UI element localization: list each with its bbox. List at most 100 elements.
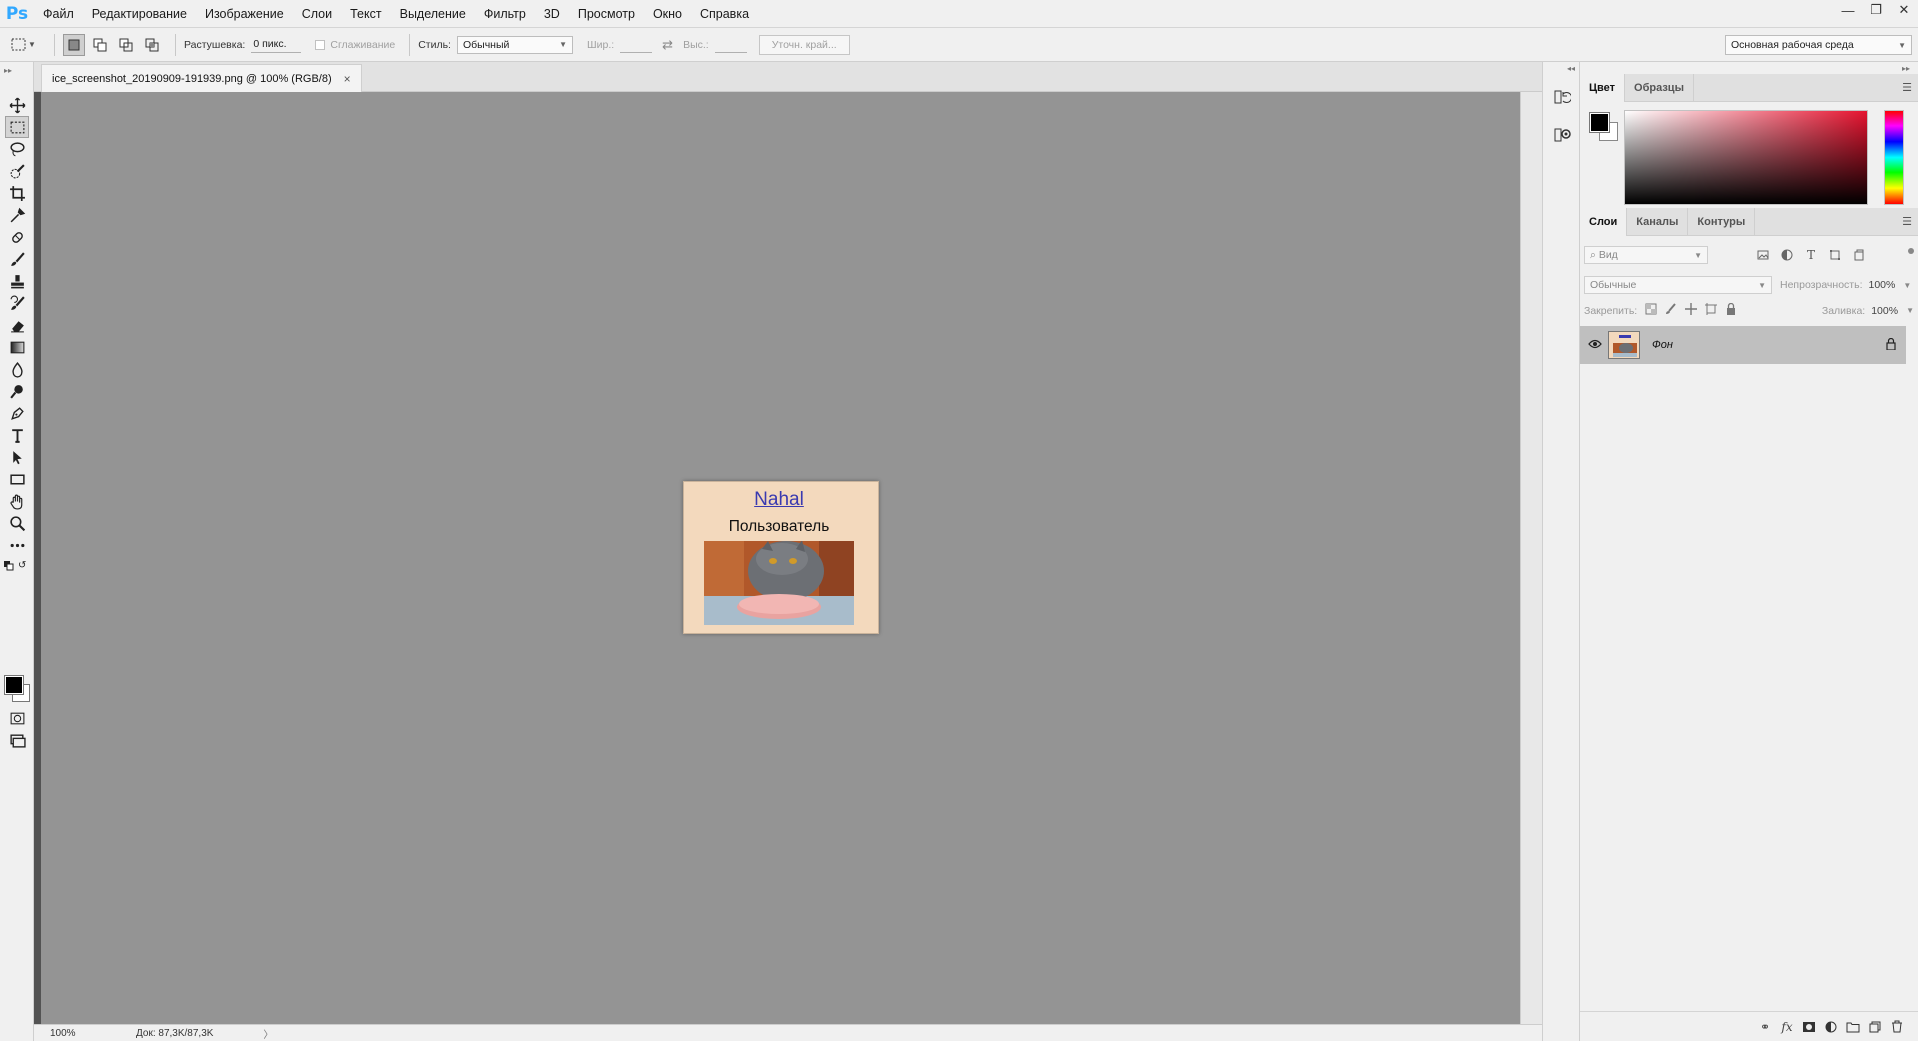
panel-menu-icon[interactable]: ☰ bbox=[1902, 215, 1912, 228]
vertical-scrollbar[interactable] bbox=[1520, 92, 1542, 1024]
hue-slider[interactable] bbox=[1884, 110, 1904, 205]
antialias-checkbox[interactable] bbox=[315, 39, 326, 50]
move-tool[interactable] bbox=[5, 94, 29, 116]
lock-pixels-icon[interactable] bbox=[1665, 303, 1677, 318]
layer-style-icon[interactable]: fx bbox=[1776, 1017, 1798, 1037]
filter-adjustment-icon[interactable] bbox=[1778, 246, 1796, 264]
panel-menu-icon[interactable]: ☰ bbox=[1902, 81, 1912, 94]
tab-color[interactable]: Цвет bbox=[1580, 74, 1626, 102]
collapse-panels-icon[interactable]: ▸▸ bbox=[1902, 64, 1910, 73]
hand-tool[interactable] bbox=[5, 490, 29, 512]
layer-name[interactable]: Фон bbox=[1652, 339, 1673, 351]
feather-input[interactable] bbox=[251, 36, 302, 53]
tab-paths[interactable]: Контуры bbox=[1688, 208, 1756, 236]
layer-filter-select[interactable]: ⌕ Вид ▼ bbox=[1584, 246, 1708, 264]
more-tools-icon[interactable] bbox=[5, 534, 29, 556]
properties-panel-icon[interactable] bbox=[1550, 124, 1574, 146]
foreground-color-swatch[interactable] bbox=[1589, 112, 1610, 133]
dodge-tool[interactable] bbox=[5, 380, 29, 402]
quick-selection-tool[interactable] bbox=[5, 160, 29, 182]
lock-artboard-icon[interactable] bbox=[1705, 303, 1718, 318]
path-selection-tool[interactable] bbox=[5, 446, 29, 468]
tool-preset-picker[interactable]: ▼ bbox=[10, 37, 46, 53]
zoom-level[interactable]: 100% bbox=[34, 1028, 84, 1039]
tab-swatches[interactable]: Образцы bbox=[1625, 74, 1694, 102]
swap-dimensions-icon[interactable]: ⇄ bbox=[662, 37, 673, 53]
brush-tool[interactable] bbox=[5, 248, 29, 270]
filter-smart-object-icon[interactable] bbox=[1850, 246, 1868, 264]
type-tool[interactable] bbox=[5, 424, 29, 446]
quick-mask-icon[interactable] bbox=[5, 707, 29, 729]
foreground-color-swatch[interactable] bbox=[4, 675, 24, 695]
width-input[interactable] bbox=[620, 36, 653, 53]
minimize-icon[interactable]: — bbox=[1834, 0, 1862, 20]
lasso-tool[interactable] bbox=[5, 138, 29, 160]
collapse-dock-icon[interactable]: ◂◂ bbox=[1567, 64, 1575, 73]
chevron-down-icon[interactable]: ▼ bbox=[1903, 281, 1911, 290]
restore-icon[interactable]: ❐ bbox=[1862, 0, 1890, 20]
tab-channels[interactable]: Каналы bbox=[1627, 208, 1689, 236]
adjustment-layer-icon[interactable] bbox=[1820, 1017, 1842, 1037]
menu-type[interactable]: Текст bbox=[341, 0, 390, 28]
opacity-value[interactable]: 100% bbox=[1869, 279, 1896, 291]
tab-layers[interactable]: Слои bbox=[1580, 208, 1628, 236]
new-group-icon[interactable] bbox=[1842, 1017, 1864, 1037]
history-brush-tool[interactable] bbox=[5, 292, 29, 314]
refine-edge-button[interactable]: Уточн. край... bbox=[758, 34, 850, 55]
marquee-tool[interactable] bbox=[5, 116, 29, 138]
healing-brush-tool[interactable] bbox=[5, 226, 29, 248]
history-panel-icon[interactable] bbox=[1550, 86, 1574, 108]
add-mask-icon[interactable] bbox=[1798, 1017, 1820, 1037]
menu-layer[interactable]: Слои bbox=[293, 0, 341, 28]
add-selection-button[interactable] bbox=[89, 34, 111, 56]
status-menu-arrow[interactable]: 〉 bbox=[263, 1026, 273, 1041]
workspace-select[interactable]: Основная рабочая среда ▼ bbox=[1725, 35, 1912, 55]
zoom-tool[interactable] bbox=[5, 512, 29, 534]
eraser-tool[interactable] bbox=[5, 314, 29, 336]
close-tab-icon[interactable]: × bbox=[344, 72, 351, 86]
blur-tool[interactable] bbox=[5, 358, 29, 380]
eye-icon[interactable] bbox=[1588, 339, 1602, 352]
menu-3d[interactable]: 3D bbox=[535, 0, 569, 28]
menu-image[interactable]: Изображение bbox=[196, 0, 293, 28]
menu-view[interactable]: Просмотр bbox=[569, 0, 644, 28]
menu-help[interactable]: Справка bbox=[691, 0, 758, 28]
document-tab[interactable]: ice_screenshot_20190909-191939.png @ 100… bbox=[41, 64, 362, 92]
filter-shape-icon[interactable] bbox=[1826, 246, 1844, 264]
pen-tool[interactable] bbox=[5, 402, 29, 424]
height-input[interactable] bbox=[714, 36, 747, 53]
menu-file[interactable]: Файл bbox=[34, 0, 83, 28]
subtract-selection-button[interactable] bbox=[115, 34, 137, 56]
fill-value[interactable]: 100% bbox=[1871, 305, 1898, 317]
swap-colors-icon[interactable]: ↺ bbox=[18, 560, 26, 571]
menu-window[interactable]: Окно bbox=[644, 0, 691, 28]
rectangle-tool[interactable] bbox=[5, 468, 29, 490]
new-layer-icon[interactable] bbox=[1864, 1017, 1886, 1037]
menu-filter[interactable]: Фильтр bbox=[475, 0, 535, 28]
style-select[interactable]: Обычный ▼ bbox=[456, 35, 573, 54]
chevron-down-icon[interactable]: ▼ bbox=[1906, 306, 1914, 315]
filter-pixel-icon[interactable] bbox=[1754, 246, 1772, 264]
close-window-icon[interactable]: ✕ bbox=[1890, 0, 1918, 20]
filter-toggle-icon[interactable] bbox=[1908, 248, 1914, 254]
screen-mode-icon[interactable] bbox=[5, 729, 29, 751]
gradient-tool[interactable] bbox=[5, 336, 29, 358]
lock-transparent-icon[interactable] bbox=[1645, 303, 1657, 318]
lock-all-icon[interactable] bbox=[1725, 302, 1737, 318]
eyedropper-tool[interactable] bbox=[5, 204, 29, 226]
delete-layer-icon[interactable] bbox=[1886, 1017, 1908, 1037]
lock-position-icon[interactable] bbox=[1685, 303, 1698, 318]
collapse-icon[interactable]: ▸▸ bbox=[4, 66, 12, 75]
intersect-selection-button[interactable] bbox=[141, 34, 163, 56]
menu-select[interactable]: Выделение bbox=[391, 0, 475, 28]
crop-tool[interactable] bbox=[5, 182, 29, 204]
default-colors-icon[interactable] bbox=[4, 561, 14, 571]
lock-icon[interactable] bbox=[1886, 337, 1896, 353]
menu-edit[interactable]: Редактирование bbox=[83, 0, 196, 28]
clone-stamp-tool[interactable] bbox=[5, 270, 29, 292]
layer-row[interactable]: Фон bbox=[1580, 326, 1906, 364]
color-picker-field[interactable] bbox=[1624, 110, 1868, 205]
filter-type-icon[interactable]: T bbox=[1802, 246, 1820, 264]
link-layers-icon[interactable]: ⚭ bbox=[1754, 1017, 1776, 1037]
new-selection-button[interactable] bbox=[63, 33, 85, 56]
